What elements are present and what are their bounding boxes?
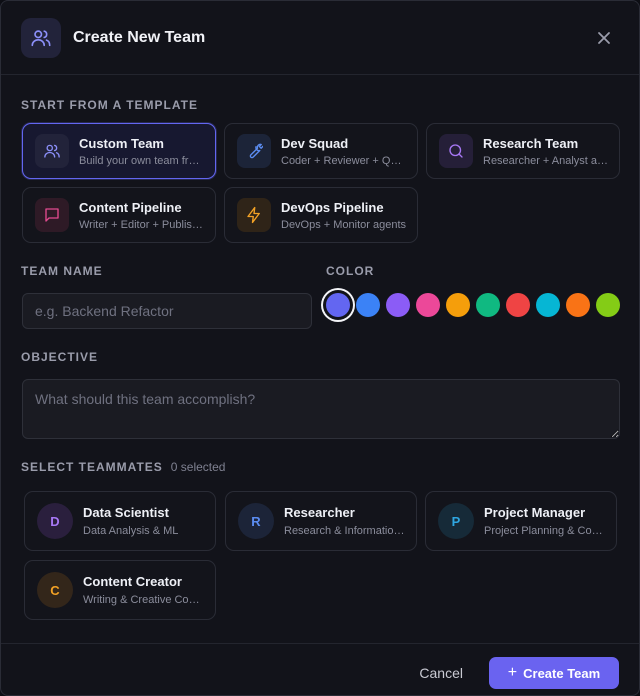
avatar: P [438,503,474,539]
chat-icon [35,198,69,232]
template-name: DevOps Pipeline [281,199,384,215]
team-name-input[interactable] [22,293,312,329]
template-desc: Researcher + Analyst agents [483,154,609,167]
selected-count: 0 selected [170,460,226,474]
teammate-name: Researcher [284,505,355,520]
team-name-label: TEAM NAME [21,264,103,278]
avatar: C [37,572,73,608]
teammate-name: Content Creator [83,574,182,589]
color-swatch[interactable] [356,293,380,317]
template-devops-pipeline[interactable]: DevOps Pipeline DevOps + Monitor agents [224,187,418,243]
template-desc: Build your own team from scratch [79,154,205,167]
color-swatch[interactable] [536,293,560,317]
color-swatch[interactable] [386,293,410,317]
close-icon [598,32,610,44]
cancel-button[interactable]: Cancel [419,665,463,681]
avatar: R [238,503,274,539]
color-swatch[interactable] [446,293,470,317]
color-swatch[interactable] [506,293,530,317]
color-swatch[interactable] [416,293,440,317]
close-button[interactable] [593,27,615,49]
color-swatch[interactable] [596,293,620,317]
template-research-team[interactable]: Research Team Researcher + Analyst agent… [426,123,620,179]
template-desc: Writer + Editor + Publisher [79,218,205,231]
template-custom-team[interactable]: Custom Team Build your own team from scr… [22,123,216,179]
teammate-role: Research & Information Gathering [284,525,406,537]
users-icon [21,17,61,58]
templates-label: START FROM A TEMPLATE [21,98,198,112]
objective-label: OBJECTIVE [21,350,99,364]
teammate-card-data-scientist[interactable]: D Data Scientist Data Analysis & ML [24,491,216,551]
teammate-card-content-creator[interactable]: C Content Creator Writing & Creative Con… [24,560,216,620]
template-desc: DevOps + Monitor agents [281,218,407,231]
wrench-icon [237,134,271,168]
template-dev-squad[interactable]: Dev Squad Coder + Reviewer + QA Tester [224,123,418,179]
dialog-footer: Cancel + Create Team [1,643,639,695]
dialog-header: Create New Team [1,1,639,75]
users-icon [35,134,69,168]
create-team-label: Create Team [523,665,601,681]
color-swatch[interactable] [326,293,350,317]
template-name: Content Pipeline [79,199,182,215]
color-label: COLOR [326,264,375,278]
teammates-label: SELECT TEAMMATES 0 selected [21,460,225,474]
avatar: D [37,503,73,539]
teammate-name: Data Scientist [83,505,169,520]
teammate-role: Project Planning & Coordination [484,525,606,537]
plus-icon: + [507,664,518,681]
template-name: Dev Squad [281,135,349,151]
teammate-name: Project Manager [484,505,586,520]
template-desc: Coder + Reviewer + QA Tester [281,154,407,167]
create-team-dialog: Create New Team START FROM A TEMPLATE Cu… [0,0,640,696]
template-content-pipeline[interactable]: Content Pipeline Writer + Editor + Publi… [22,187,216,243]
search-icon [439,134,473,168]
dialog-title: Create New Team [73,28,206,46]
bolt-icon [237,198,271,232]
template-name: Research Team [483,135,579,151]
teammate-card-researcher[interactable]: R Researcher Research & Information Gath… [225,491,417,551]
teammate-role: Writing & Creative Content [83,594,205,606]
teammate-role: Data Analysis & ML [83,525,179,537]
color-swatch[interactable] [476,293,500,317]
color-swatch[interactable] [566,293,590,317]
objective-textarea[interactable] [22,379,620,439]
template-name: Custom Team [79,135,164,151]
teammates-label-text: SELECT TEAMMATES [21,460,163,474]
create-team-button[interactable]: + Create Team [489,657,619,689]
teammate-card-project-manager[interactable]: P Project Manager Project Planning & Coo… [425,491,617,551]
